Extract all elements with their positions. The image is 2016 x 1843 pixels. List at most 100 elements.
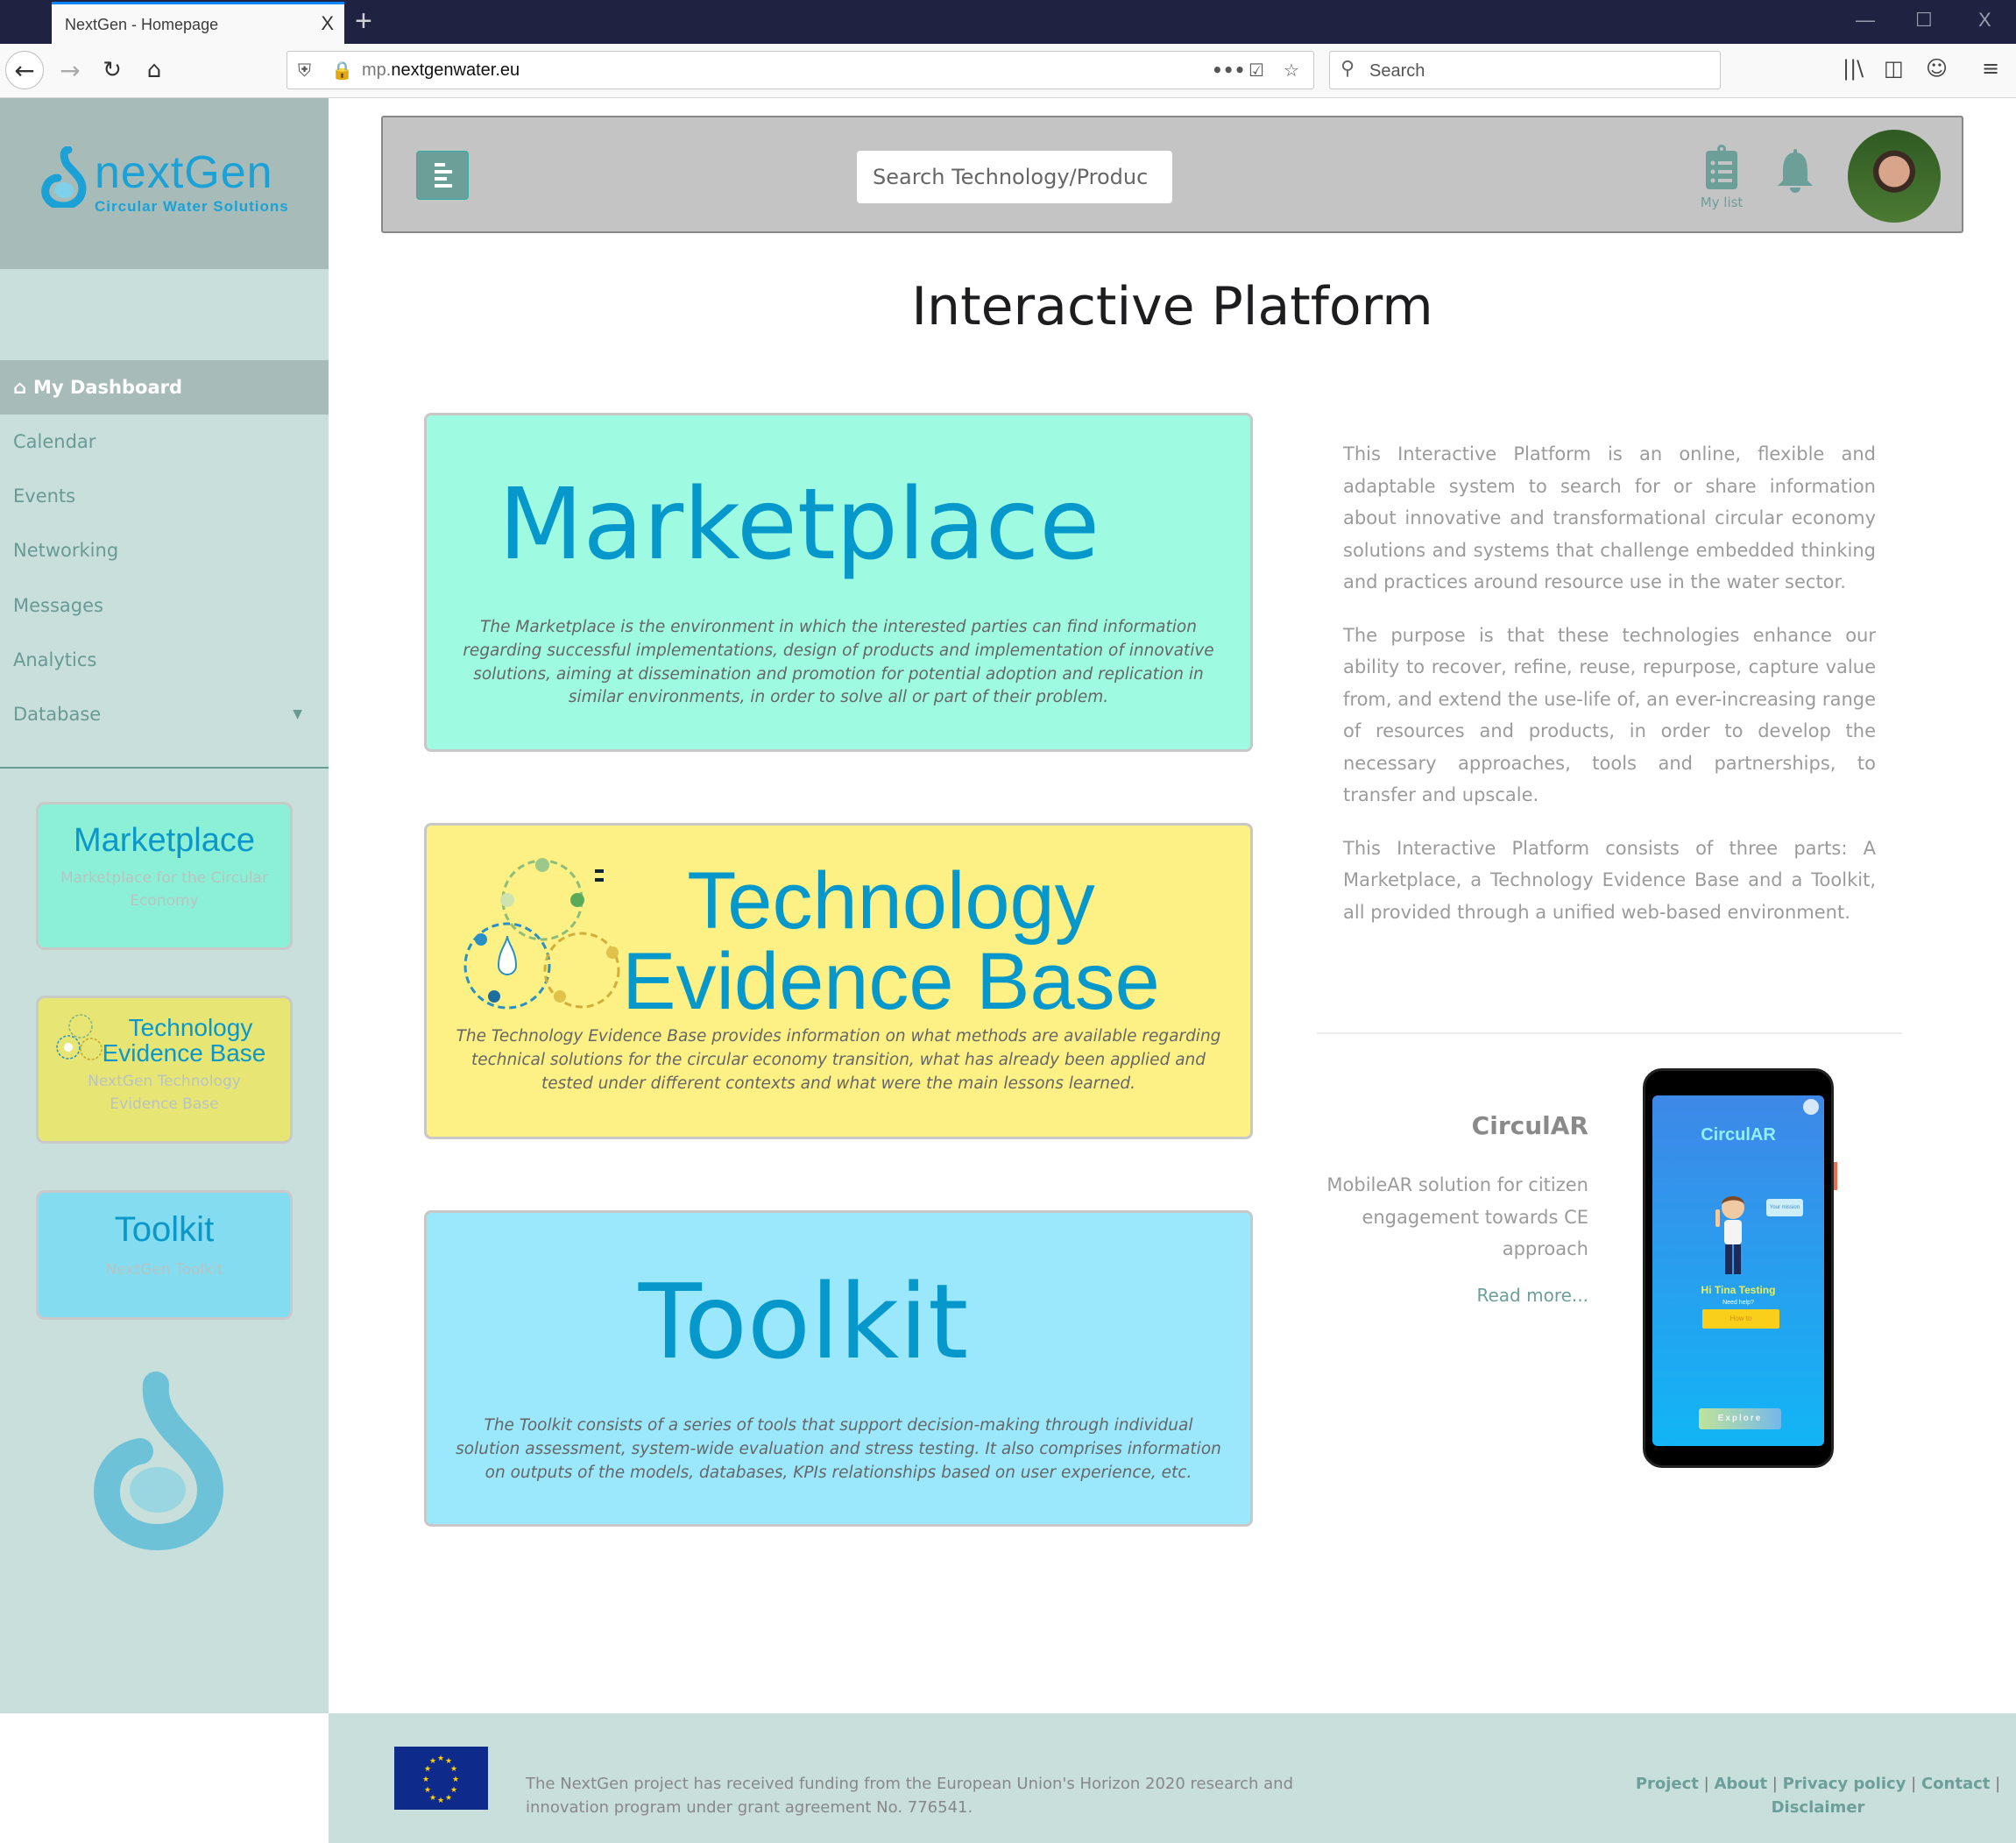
sidebar-item-label: Messages <box>13 595 103 616</box>
address-bar[interactable]: ⛨ 🔒 mp.nextgenwater.eu ••• ☑ ☆ <box>286 51 1314 89</box>
sidebar-item-label: Events <box>13 486 76 507</box>
sidebar-item-label: Networking <box>13 540 119 561</box>
footer-link-privacy-policy[interactable]: Privacy policy <box>1783 1775 1906 1793</box>
sidebar-card-toolkit[interactable]: Toolkit NextGen Toolkit <box>36 1190 293 1320</box>
svg-text:★: ★ <box>424 1765 431 1774</box>
marketplace-card-description: The Marketplace is the environment in wh… <box>463 618 1214 707</box>
user-avatar[interactable] <box>1848 130 1941 223</box>
clipboard-list-icon <box>1706 145 1737 189</box>
notification-bell-icon[interactable] <box>1776 149 1814 195</box>
svg-text:★: ★ <box>450 1765 457 1774</box>
sidebar-item-label: My Dashboard <box>33 377 183 398</box>
caret-down-icon[interactable]: ▼ <box>293 707 302 721</box>
sidebar-item-database[interactable]: Database ▼ <box>0 687 329 741</box>
bookmark-star-icon[interactable]: ☆ <box>1284 60 1299 81</box>
phone-app-title: CirculAR <box>1701 1125 1776 1145</box>
link-separator: | <box>1911 1775 1917 1793</box>
url-text[interactable]: mp.nextgenwater.eu <box>362 60 520 81</box>
sidebar-item-messages[interactable]: Messages <box>0 578 329 633</box>
nextgen-logo-icon <box>41 146 87 208</box>
sidebar-card-subtitle: NextGen Toolkit <box>105 1261 223 1279</box>
sidebar-card-technology-evidence-base[interactable]: Technology Evidence Base NextGen Technol… <box>36 996 293 1144</box>
svg-text:★: ★ <box>452 1776 459 1784</box>
platform-description: This Interactive Platform is an online, … <box>1343 438 1876 949</box>
account-icon[interactable]: ☺ <box>1926 56 1948 81</box>
new-tab-button[interactable]: + <box>355 4 372 39</box>
footer-links: Project | About | Privacy policy | Conta… <box>1625 1772 2011 1819</box>
browser-tab[interactable]: NextGen - Homepage X <box>52 2 344 44</box>
technology-search-input[interactable] <box>857 151 1172 203</box>
footer-link-disclaimer[interactable]: Disclaimer <box>1772 1798 1865 1817</box>
link-separator: | <box>1772 1775 1778 1793</box>
my-list-label: My list <box>1700 195 1744 210</box>
svg-text:★: ★ <box>422 1776 429 1784</box>
browser-nav-bar: ← → ↻ ⌂ ⛨ 🔒 mp.nextgenwater.eu ••• ☑ ☆ ⚲… <box>0 44 2016 98</box>
phone-help-text: Need help? <box>1722 1300 1754 1306</box>
phone-screen: CirculAR Your mission Hi Tina Testing Ne… <box>1652 1095 1824 1446</box>
minimize-icon[interactable]: — <box>1856 9 1875 32</box>
sidebar-card-marketplace[interactable]: Marketplace Marketplace for the Circular… <box>36 802 293 950</box>
teb-card-title-line1: Technology <box>687 856 1095 946</box>
logo-wordmark: nextGen <box>95 147 273 198</box>
logo-tagline: Circular Water Solutions <box>95 198 289 215</box>
my-list-button[interactable]: My list <box>1691 144 1752 210</box>
circular-description: MobileAR solution for citizen engagement… <box>1326 1174 1588 1259</box>
section-divider <box>1317 1032 1902 1034</box>
shield-icon[interactable]: ⛨ <box>298 60 311 81</box>
footer-link-about[interactable]: About <box>1714 1775 1767 1793</box>
sidebar-item-events[interactable]: Events <box>0 469 329 523</box>
marketplace-card-title: Marketplace <box>498 468 1100 582</box>
browser-search-input[interactable]: ⚲ Search <box>1329 51 1721 89</box>
pocket-icon[interactable]: ☑ <box>1249 60 1264 81</box>
sidebar-card-title: Marketplace <box>74 822 255 859</box>
footer: ★ ★ ★ ★ ★ ★ ★ ★ ★ ★ ★ ★ The NextGen project has… <box>329 1713 2016 1843</box>
menu-toggle-button[interactable] <box>416 151 469 200</box>
phone-explore-button: Explore <box>1699 1408 1781 1429</box>
teb-card-description: The Technology Evidence Base provides in… <box>456 1027 1221 1093</box>
sidebar-item-my-dashboard[interactable]: ⌂ My Dashboard <box>0 360 329 415</box>
description-paragraph: This Interactive Platform is an online, … <box>1343 443 1876 592</box>
sidebar-item-networking[interactable]: Networking <box>0 523 329 578</box>
description-paragraph: This Interactive Platform consists of th… <box>1343 837 1876 923</box>
footer-link-project[interactable]: Project <box>1636 1775 1699 1793</box>
link-separator: | <box>1995 1775 2001 1793</box>
page-title: Interactive Platform <box>911 276 1433 337</box>
toolkit-card-description: The Toolkit consists of a series of tool… <box>456 1416 1221 1482</box>
close-tab-icon[interactable]: X <box>321 12 334 35</box>
hamburger-menu-icon[interactable]: ≡ <box>1982 56 1999 81</box>
sidebar-card-title: Toolkit <box>114 1210 215 1249</box>
toolkit-card[interactable]: Toolkit The Toolkit consists of a series… <box>424 1210 1253 1527</box>
profile-icon <box>1803 1099 1819 1115</box>
sidebar-item-label: Database <box>13 704 102 725</box>
more-actions-icon[interactable]: ••• <box>1212 60 1245 81</box>
logo-area[interactable]: nextGen Circular Water Solutions <box>0 98 329 269</box>
mission-bubble: Your mission <box>1766 1199 1803 1216</box>
window-close-icon[interactable]: X <box>1978 9 1991 32</box>
technology-evidence-base-card[interactable]: Technology Evidence Base The Technology … <box>424 823 1253 1139</box>
sidebar-item-calendar[interactable]: Calendar <box>0 415 329 469</box>
eu-flag-icon: ★ ★★ ★★ ★★ ★★ ★★ ★ <box>394 1747 488 1810</box>
search-icon: ⚲ <box>1340 58 1355 80</box>
sidebar-item-analytics[interactable]: Analytics <box>0 633 329 687</box>
tab-title: NextGen - Homepage <box>65 16 219 33</box>
maximize-icon[interactable]: ☐ <box>1915 9 1933 32</box>
reload-icon[interactable]: ↻ <box>93 51 131 89</box>
technology-search-box[interactable] <box>857 151 1172 203</box>
read-more-link[interactable]: Read more... <box>1332 1285 1589 1306</box>
insecure-lock-icon[interactable]: 🔒 <box>331 60 353 81</box>
library-icon[interactable]: ||\ <box>1843 56 1864 81</box>
home-icon[interactable]: ⌂ <box>135 51 173 89</box>
sidebar-toggle-icon[interactable]: ◫ <box>1884 56 1904 81</box>
nextgen-drop-watermark-icon <box>93 1372 224 1551</box>
browser-search-placeholder: Search <box>1369 61 1425 81</box>
toolkit-card-title: Toolkit <box>638 1261 969 1382</box>
sidebar-item-label: Analytics <box>13 649 97 670</box>
forward-arrow-icon[interactable]: → <box>51 51 89 89</box>
back-arrow-icon[interactable]: ← <box>5 51 44 89</box>
phone-greeting: Hi Tina Testing <box>1701 1284 1776 1296</box>
character-icon <box>1715 1196 1744 1274</box>
footer-link-contact[interactable]: Contact <box>1921 1775 1990 1793</box>
marketplace-card[interactable]: Marketplace The Marketplace is the envir… <box>424 413 1253 752</box>
link-separator: | <box>1703 1775 1709 1793</box>
circular-phone-mockup[interactable]: CirculAR Your mission Hi Tina Testing Ne… <box>1643 1068 1837 1468</box>
